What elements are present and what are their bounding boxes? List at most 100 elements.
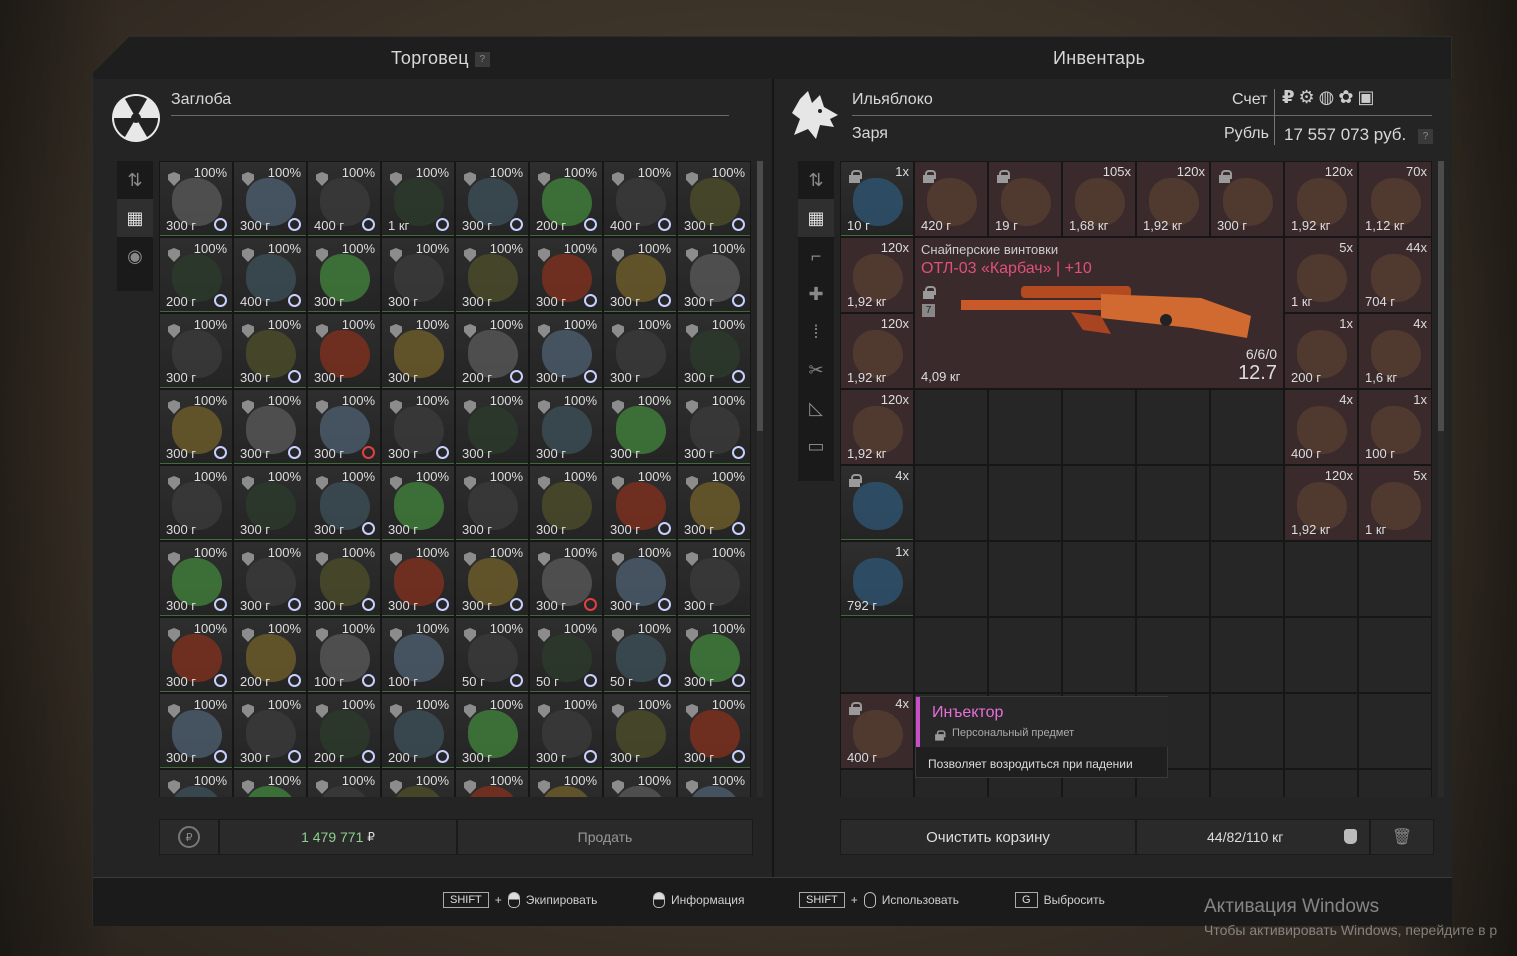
flower-currency-icon[interactable]: ✿ bbox=[1338, 87, 1353, 108]
sort-icon[interactable]: ⇅ bbox=[798, 161, 834, 199]
inventory-item-slot[interactable]: 120x 1,92 кг bbox=[840, 313, 914, 389]
trader-item-slot[interactable]: 100% 300 г bbox=[677, 465, 751, 541]
trader-item-slot[interactable]: 100% 300 г bbox=[381, 237, 455, 313]
trader-item-slot[interactable]: 100% 300 г bbox=[307, 389, 381, 465]
trader-item-slot[interactable]: 100% 300 г bbox=[677, 161, 751, 237]
sell-button[interactable]: Продать bbox=[457, 819, 753, 855]
empty-slot[interactable] bbox=[840, 617, 914, 693]
trader-item-slot[interactable]: 100% 300 г bbox=[677, 541, 751, 617]
empty-slot[interactable] bbox=[1062, 465, 1136, 541]
trader-item-slot[interactable]: 100% 300 г bbox=[381, 389, 455, 465]
currency-icons[interactable]: ₽ ⚙ ◍ ✿ ▣ bbox=[1282, 87, 1375, 108]
empty-slot[interactable] bbox=[1210, 693, 1284, 769]
trader-item-slot[interactable]: 100% 100 г bbox=[381, 617, 455, 693]
trader-item-slot[interactable]: 100% 50 г bbox=[603, 617, 677, 693]
empty-slot[interactable] bbox=[1358, 693, 1432, 769]
inventory-item-slot[interactable]: 105x 1,68 кг bbox=[1062, 161, 1136, 237]
trader-item-slot[interactable]: 100% bbox=[677, 769, 751, 797]
empty-slot[interactable] bbox=[1210, 541, 1284, 617]
trader-item-slot[interactable]: 100% 300 г bbox=[603, 389, 677, 465]
inventory-item-slot[interactable]: 5x 1 кг bbox=[1284, 237, 1358, 313]
trader-item-slot[interactable]: 100% 300 г bbox=[529, 693, 603, 769]
trader-item-slot[interactable]: 100% 300 г bbox=[603, 541, 677, 617]
empty-slot[interactable] bbox=[1136, 389, 1210, 465]
empty-slot[interactable] bbox=[1210, 769, 1284, 797]
inventory-item-slot[interactable]: 120x 1,92 кг bbox=[1136, 161, 1210, 237]
empty-slot[interactable] bbox=[1062, 541, 1136, 617]
trader-item-slot[interactable]: 100% 300 г bbox=[233, 313, 307, 389]
inventory-item-slot[interactable]: 120x 1,92 кг bbox=[840, 237, 914, 313]
inventory-item-slot[interactable]: 44x 704 г bbox=[1358, 237, 1432, 313]
empty-slot[interactable] bbox=[1062, 389, 1136, 465]
empty-slot[interactable] bbox=[1358, 617, 1432, 693]
clear-cart-button[interactable]: Очистить корзину bbox=[840, 819, 1136, 855]
empty-slot[interactable] bbox=[1136, 465, 1210, 541]
trader-item-slot[interactable]: 100% 300 г bbox=[381, 465, 455, 541]
empty-slot[interactable] bbox=[988, 541, 1062, 617]
inventory-item-slot[interactable]: 120x 1,92 кг bbox=[1284, 465, 1358, 541]
empty-slot[interactable] bbox=[1284, 693, 1358, 769]
currency-button[interactable]: ₽ bbox=[159, 819, 219, 855]
empty-slot[interactable] bbox=[914, 541, 988, 617]
trader-item-slot[interactable]: 100% 300 г bbox=[159, 313, 233, 389]
inventory-item-slot[interactable]: 19 г bbox=[988, 161, 1062, 237]
trader-item-slot[interactable]: 100% 200 г bbox=[233, 617, 307, 693]
inventory-item-slot[interactable]: 120x 1,92 кг bbox=[1284, 161, 1358, 237]
inventory-item-slot[interactable]: 4x bbox=[840, 465, 914, 541]
empty-slot[interactable] bbox=[988, 389, 1062, 465]
trader-item-slot[interactable]: 100% bbox=[381, 769, 455, 797]
trader-item-slot[interactable]: 100% 200 г bbox=[381, 693, 455, 769]
inventory-item-slot[interactable]: 5x 1 кг bbox=[1358, 465, 1432, 541]
box-filter-icon[interactable]: ▭ bbox=[798, 427, 834, 465]
trader-item-slot[interactable]: 100% 200 г bbox=[159, 237, 233, 313]
trader-item-slot[interactable]: 100% 300 г bbox=[529, 237, 603, 313]
trader-item-slot[interactable]: 100% 300 г bbox=[677, 313, 751, 389]
trader-item-slot[interactable]: 100% 300 г bbox=[233, 161, 307, 237]
inventory-item-slot[interactable]: 4x 1,6 кг bbox=[1358, 313, 1432, 389]
trader-item-slot[interactable]: 100% 300 г bbox=[159, 161, 233, 237]
empty-slot[interactable] bbox=[1210, 389, 1284, 465]
empty-slot[interactable] bbox=[840, 769, 914, 797]
trader-item-slot[interactable]: 100% 300 г bbox=[233, 693, 307, 769]
trader-item-slot[interactable]: 100% 300 г bbox=[233, 541, 307, 617]
trader-item-slot[interactable]: 100% 1 кг bbox=[381, 161, 455, 237]
rifle-item[interactable]: Снайперские винтовки ОТЛ-03 «Карбач» | +… bbox=[914, 237, 1284, 389]
trader-item-slot[interactable]: 100% 300 г bbox=[455, 693, 529, 769]
trader-item-slot[interactable]: 100% 300 г bbox=[603, 313, 677, 389]
trader-item-slot[interactable]: 100% 300 г bbox=[381, 313, 455, 389]
empty-slot[interactable] bbox=[914, 617, 988, 693]
inventory-item-slot[interactable]: 1x 100 г bbox=[1358, 389, 1432, 465]
empty-slot[interactable] bbox=[1358, 769, 1432, 797]
trader-item-slot[interactable]: 100% bbox=[529, 769, 603, 797]
inventory-item-slot[interactable]: 1x 792 г bbox=[840, 541, 914, 617]
gear-currency-icon[interactable]: ⚙ bbox=[1299, 87, 1315, 108]
empty-slot[interactable] bbox=[1284, 769, 1358, 797]
trader-item-slot[interactable]: 100% 200 г bbox=[455, 313, 529, 389]
trader-item-slot[interactable]: 100% 300 г bbox=[603, 237, 677, 313]
empty-slot[interactable] bbox=[988, 617, 1062, 693]
empty-slot[interactable] bbox=[988, 465, 1062, 541]
empty-slot[interactable] bbox=[1136, 541, 1210, 617]
help-icon[interactable]: ? bbox=[474, 51, 490, 67]
trader-item-slot[interactable]: 100% 300 г bbox=[381, 541, 455, 617]
tools-filter-icon[interactable]: ✂ bbox=[798, 351, 834, 389]
inventory-item-slot[interactable]: 1x 10 г bbox=[840, 161, 914, 237]
balance-help-icon[interactable]: ? bbox=[1418, 129, 1433, 144]
empty-slot[interactable] bbox=[1062, 617, 1136, 693]
grid-view-icon[interactable]: ▦ bbox=[798, 199, 834, 237]
trader-item-slot[interactable]: 100% bbox=[455, 769, 529, 797]
medkit-filter-icon[interactable]: ✚ bbox=[798, 275, 834, 313]
trader-item-slot[interactable]: 100% 300 г bbox=[677, 237, 751, 313]
trader-item-slot[interactable]: 100% 200 г bbox=[307, 693, 381, 769]
inventory-item-slot[interactable]: 300 г bbox=[1210, 161, 1284, 237]
trader-item-slot[interactable]: 100% 300 г bbox=[233, 465, 307, 541]
trash-button[interactable]: 🗑 bbox=[1370, 819, 1434, 855]
trader-item-slot[interactable]: 100% 200 г bbox=[529, 161, 603, 237]
empty-slot[interactable] bbox=[914, 465, 988, 541]
trader-item-slot[interactable]: 100% 300 г bbox=[233, 389, 307, 465]
trader-item-slot[interactable]: 100% 300 г bbox=[677, 389, 751, 465]
trader-item-slot[interactable]: 100% 300 г bbox=[307, 541, 381, 617]
empty-slot[interactable] bbox=[1284, 617, 1358, 693]
trader-item-slot[interactable]: 100% 300 г bbox=[159, 389, 233, 465]
trader-item-slot[interactable]: 100% 300 г bbox=[677, 617, 751, 693]
